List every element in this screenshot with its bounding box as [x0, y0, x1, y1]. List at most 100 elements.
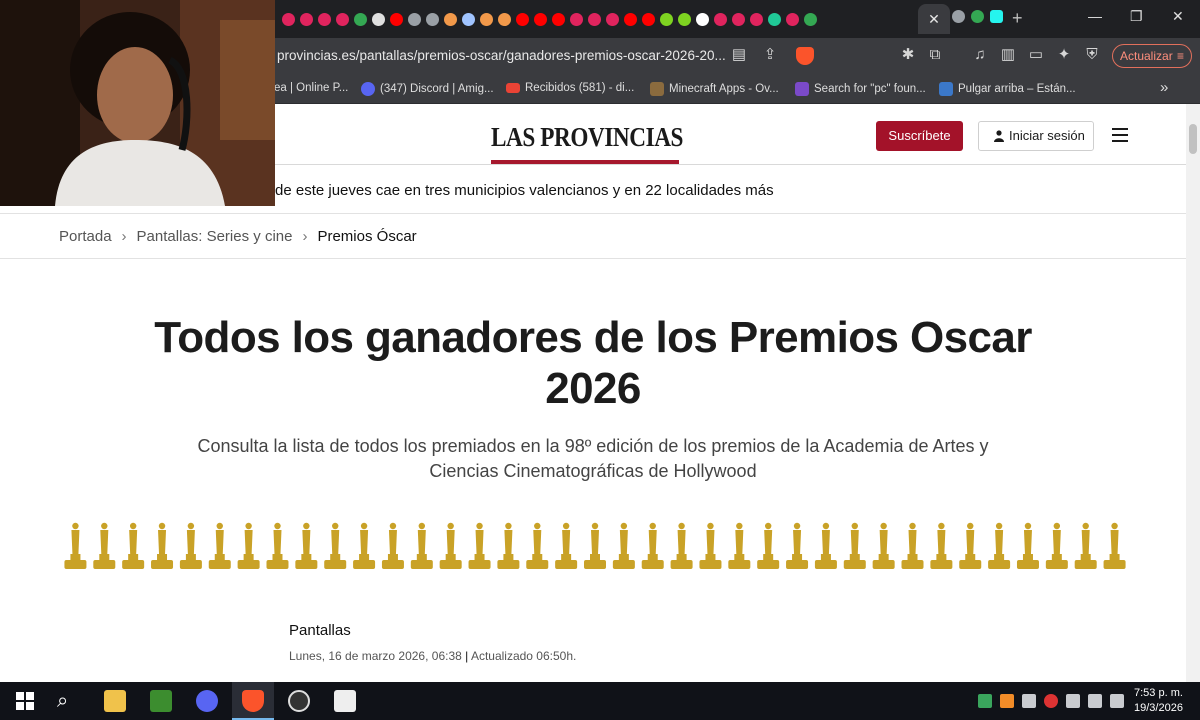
app-icon[interactable]	[334, 690, 356, 712]
tab-favicon[interactable]	[786, 12, 799, 26]
tab-favicon[interactable]	[498, 12, 511, 26]
tab-favicon[interactable]	[971, 10, 984, 23]
system-clock[interactable]: 7:53 p. m. 19/3/2026	[1134, 686, 1183, 716]
music-icon[interactable]: ♫	[971, 46, 989, 64]
bookmark-item[interactable]: ea | Online P...	[274, 82, 348, 94]
tab-favicon[interactable]	[714, 12, 727, 26]
bookmark-item[interactable]: Search for "pc" foun...	[795, 82, 926, 96]
tab-favicon[interactable]	[732, 12, 745, 26]
page-scrollbar[interactable]	[1186, 104, 1200, 682]
start-button[interactable]	[14, 690, 36, 712]
tab-favicon[interactable]	[318, 12, 331, 26]
brave-browser-icon[interactable]	[242, 690, 264, 712]
share-icon[interactable]: ⇪	[761, 46, 779, 64]
tab-favicon[interactable]	[444, 12, 457, 26]
tray-app-icon[interactable]	[978, 694, 992, 708]
oscar-statuette	[1074, 522, 1097, 569]
tab-favicon[interactable]	[426, 12, 439, 26]
article-dateline: Lunes, 16 de marzo 2026, 06:38 | Actuali…	[289, 649, 577, 663]
bookmark-item[interactable]: (347) Discord | Amig...	[361, 82, 494, 96]
oscar-statuettes-banner	[64, 522, 1126, 569]
file-explorer-icon[interactable]	[104, 690, 126, 712]
sidebar-icon[interactable]: ▥	[999, 46, 1017, 64]
close-window-button[interactable]: ✕	[1172, 8, 1184, 25]
tab-favicon[interactable]	[480, 12, 493, 26]
tab-favicon[interactable]	[678, 12, 691, 26]
usb-icon[interactable]	[1066, 694, 1080, 708]
tab-favicon[interactable]	[300, 12, 313, 26]
tab-favicon[interactable]	[588, 12, 601, 26]
tab-favicon[interactable]	[804, 12, 817, 26]
webcam-overlay-image	[0, 0, 275, 206]
breadcrumb-item-pantallas[interactable]: Pantallas: Series y cine	[137, 228, 293, 245]
leo-ai-icon[interactable]: ✦	[1055, 46, 1073, 64]
update-label: Actualizar	[1120, 49, 1173, 63]
tab-favicon[interactable]	[768, 12, 781, 26]
volume-icon[interactable]	[1110, 694, 1124, 708]
tab-favicon[interactable]	[696, 12, 709, 26]
bookmark-item[interactable]: Minecraft Apps - Ov...	[650, 82, 779, 96]
tab-favicon[interactable]	[952, 10, 965, 23]
tab-favicon[interactable]	[552, 12, 565, 26]
minimize-button[interactable]: —	[1088, 8, 1102, 24]
breadcrumb-item-portada[interactable]: Portada	[59, 228, 112, 245]
obs-tray-icon[interactable]	[1044, 694, 1058, 708]
tab-favicon[interactable]	[336, 12, 349, 26]
bookmarks-more-button[interactable]: »	[1160, 79, 1168, 96]
bookmark-label: Minecraft Apps - Ov...	[669, 83, 779, 95]
tab-favicon[interactable]	[570, 12, 583, 26]
tab-favicon[interactable]	[516, 12, 529, 26]
restore-button[interactable]: ❐	[1130, 8, 1143, 25]
wallet-icon[interactable]: ▭	[1027, 46, 1045, 64]
bookmark-item[interactable]: Recibidos (581) - di...	[506, 82, 634, 94]
network-icon[interactable]	[1088, 694, 1102, 708]
url-field[interactable]: provincias.es/pantallas/premios-oscar/ga…	[277, 48, 726, 63]
extensions-icon[interactable]: ✱	[899, 46, 917, 64]
tab-favicon[interactable]	[750, 12, 763, 26]
oscar-statuette	[901, 522, 924, 569]
star-icon	[939, 82, 953, 96]
ticker-text[interactable]: de este jueves cae en tres municipios va…	[275, 182, 774, 199]
tray-app-icon[interactable]	[1000, 694, 1014, 708]
obs-icon[interactable]	[288, 690, 310, 712]
oscar-statuette	[324, 522, 347, 569]
discord-tray-icon[interactable]	[1022, 694, 1036, 708]
tab-favicon[interactable]	[462, 12, 475, 26]
oscar-statuette	[786, 522, 809, 569]
vpn-icon[interactable]: ⛨	[1083, 46, 1101, 64]
reader-mode-icon[interactable]: ▤	[730, 46, 748, 64]
bookmark-item[interactable]: Pulgar arriba – Están...	[939, 82, 1076, 96]
tab-strip[interactable]	[282, 9, 817, 29]
menu-icon[interactable]	[1112, 128, 1128, 142]
scroll-thumb[interactable]	[1189, 124, 1197, 154]
tab-favicon[interactable]	[660, 12, 673, 26]
active-tab-close-button[interactable]: ✕	[918, 4, 950, 34]
tab-favicon[interactable]	[624, 12, 637, 26]
tab-favicon[interactable]	[372, 12, 385, 26]
discord-icon[interactable]	[196, 690, 218, 712]
oscar-statuette	[439, 522, 462, 569]
screenshot-icon[interactable]: ⧉	[926, 46, 944, 64]
windows-taskbar: ⌕ 7:53 p. m. 19/3/2026	[0, 682, 1200, 720]
subscribe-button[interactable]: Suscríbete	[876, 121, 963, 151]
article-section[interactable]: Pantallas	[289, 622, 351, 639]
tab-strip-extra[interactable]	[952, 10, 1003, 23]
tab-favicon[interactable]	[534, 12, 547, 26]
login-button[interactable]: Iniciar sesión	[978, 121, 1094, 151]
breadcrumb-item-current[interactable]: Premios Óscar	[317, 228, 416, 245]
update-browser-button[interactable]: Actualizar ≡	[1112, 44, 1192, 68]
tab-favicon[interactable]	[282, 12, 295, 26]
new-tab-button[interactable]: +	[1012, 8, 1023, 28]
tab-favicon[interactable]	[642, 12, 655, 26]
site-logo[interactable]: LAS PROVINCIAS	[491, 122, 683, 153]
tab-favicon[interactable]	[354, 12, 367, 26]
tab-favicon[interactable]	[990, 10, 1003, 23]
menu-icon: ≡	[1176, 49, 1184, 63]
minecraft-icon[interactable]	[150, 690, 172, 712]
tab-favicon[interactable]	[390, 12, 403, 26]
tab-favicon[interactable]	[408, 12, 421, 26]
brave-shields-icon[interactable]	[796, 47, 814, 65]
search-icon[interactable]: ⌕	[57, 690, 79, 712]
oscar-statuette	[1103, 522, 1126, 569]
tab-favicon[interactable]	[606, 12, 619, 26]
